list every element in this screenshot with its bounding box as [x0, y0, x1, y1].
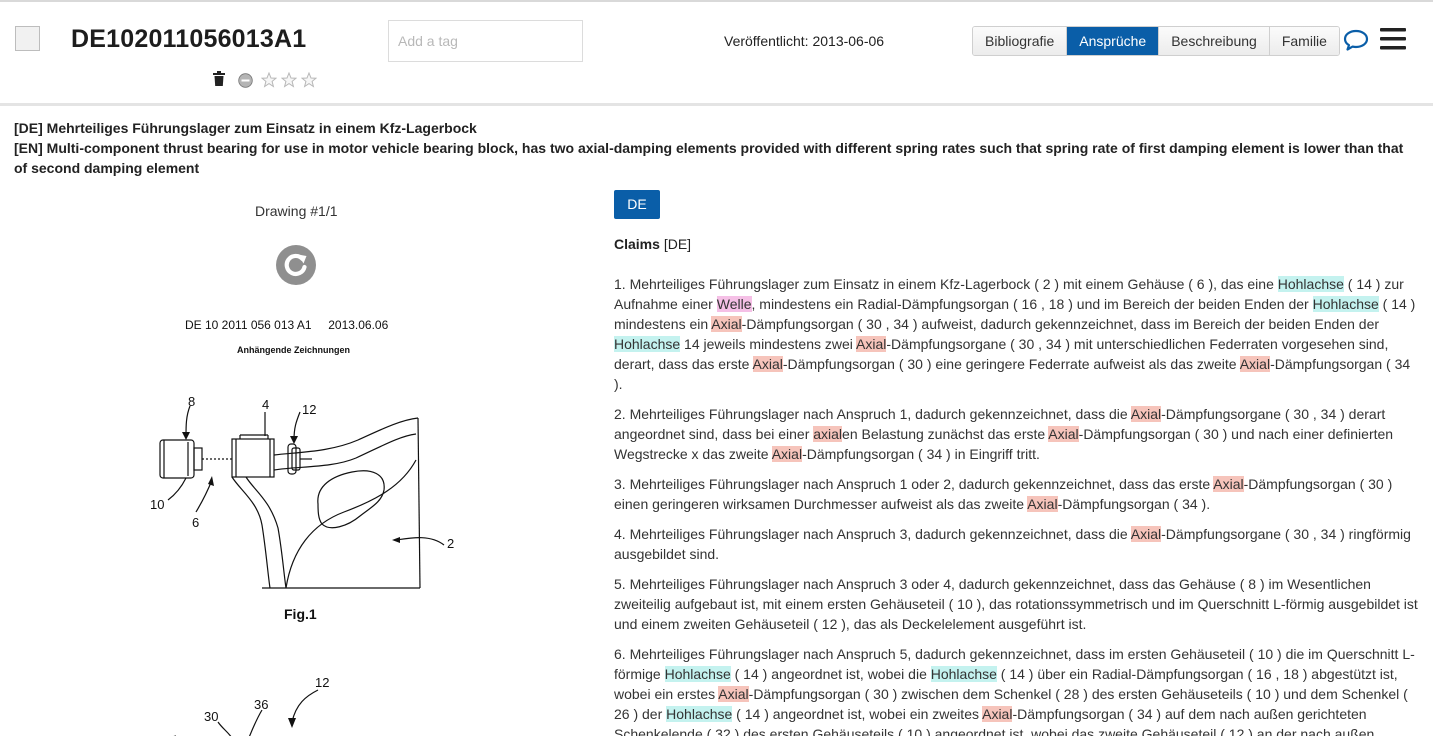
ref-label: 2	[447, 536, 454, 551]
tab-bibliografie[interactable]: Bibliografie	[973, 27, 1068, 55]
drawing-panel: Drawing #1/1 DE 10 2011 056 013 A1 2013.…	[0, 190, 590, 736]
figure-2-arrowhead	[288, 718, 296, 728]
figure-1-arrowheads	[182, 432, 400, 543]
claim-text: -Dämpfungsorgan ( 30 ) eine geringere Fe…	[782, 356, 1240, 372]
document-titles: [DE] Mehrteiliges Führungslager zum Eins…	[14, 118, 1419, 178]
highlight-axial: Axial	[1239, 356, 1271, 372]
claim-text: en Belastung zunächst das erste	[842, 426, 1049, 442]
figure-1-linework	[159, 405, 445, 589]
chat-bubble-icon[interactable]	[1343, 29, 1369, 56]
ref-label: 12	[315, 675, 329, 690]
claim-text: 1. Mehrteiliges Führungslager zum Einsat…	[614, 276, 1278, 292]
drawing-subheader: Anhängende Zeichnungen	[237, 345, 350, 355]
claim-item: 4. Mehrteiliges Führungslager nach Anspr…	[614, 524, 1420, 564]
ref-label: 8	[188, 394, 195, 409]
claim-item: 3. Mehrteiliges Führungslager nach Anspr…	[614, 474, 1420, 514]
trash-icon[interactable]	[212, 71, 226, 92]
figure-label: Fig.1	[284, 606, 317, 622]
highlight-axial: axial	[813, 426, 843, 442]
highlight-hohlachse: Hohlachse	[664, 666, 731, 682]
highlight-hohlachse: Hohlachse	[666, 706, 733, 722]
hamburger-menu-icon[interactable]	[1380, 27, 1406, 56]
claim-text: 14 jeweils mindestens zwei	[680, 336, 857, 352]
highlight-axial: Axial	[1048, 426, 1079, 442]
ref-label: 6	[192, 515, 199, 530]
highlight-hohlachse: Hohlachse	[1277, 276, 1344, 292]
highlight-axial: Axial	[1130, 406, 1162, 422]
highlight-axial: Axial	[718, 686, 749, 702]
claim-item: 5. Mehrteiliges Führungslager nach Anspr…	[614, 574, 1420, 634]
highlight-axial: Axial	[856, 336, 887, 352]
claim-text: -Dämpfungsorgan ( 34 ) in Eingriff tritt…	[802, 446, 1040, 462]
tab-familie[interactable]: Familie	[1269, 27, 1339, 55]
highlight-axial: Axial	[982, 706, 1013, 722]
ref-label: 12	[302, 402, 316, 417]
document-id: DE102011056013A1	[71, 25, 307, 53]
highlight-hohlachse: Hohlachse	[930, 666, 997, 682]
highlight-axial: Axial	[711, 316, 742, 332]
tag-input[interactable]	[388, 20, 583, 62]
ref-label: 36	[254, 697, 268, 712]
published-date: Veröffentlicht: 2013-06-06	[724, 33, 885, 49]
highlight-hohlachse: Hohlachse	[614, 336, 681, 352]
highlight-axial: Axial	[1027, 496, 1058, 512]
ref-label: 10	[150, 497, 164, 512]
select-checkbox[interactable]	[15, 26, 40, 51]
view-tabs: Bibliografie Ansprüche Beschreibung Fami…	[972, 26, 1340, 56]
claims-heading-lang: [DE]	[663, 236, 692, 252]
title-en: [EN] Multi-component thrust bearing for …	[14, 140, 1404, 176]
claim-text: , mindestens ein Radial-Dämpfungsorgan (…	[751, 296, 1313, 312]
tab-ansprueche[interactable]: Ansprüche	[1067, 27, 1160, 55]
patent-drawing: DE 10 2011 056 013 A1 2013.06.06 Anhänge…	[150, 318, 454, 736]
highlight-hohlachse: Hohlachse	[1312, 296, 1379, 312]
claims-heading: Claims [DE]	[614, 236, 691, 252]
figure-1-reference-numbers: 8 4 12 10 6 2	[150, 394, 454, 551]
highlight-axial: Axial	[771, 446, 803, 462]
ref-label: 30	[204, 709, 218, 724]
document-header: DE102011056013A1 Veröffentlicht: 2013-06…	[0, 2, 1433, 104]
claims-panel: DE Claims [DE] 1. Mehrteiliges Führungsl…	[614, 190, 1420, 736]
highlight-welle: Welle	[716, 296, 752, 312]
claim-text: -Dämpfungsorgan ( 30 , 34 ) aufweist, da…	[741, 316, 1380, 332]
highlight-axial: Axial	[1130, 526, 1162, 542]
figure-2-linework	[173, 689, 319, 736]
claims-list: 1. Mehrteiliges Führungslager zum Einsat…	[614, 274, 1420, 736]
header-divider	[0, 103, 1433, 106]
claim-text: 5. Mehrteiliges Führungslager nach Anspr…	[614, 576, 1418, 632]
drawing-header: DE 10 2011 056 013 A1 2013.06.06	[185, 318, 389, 332]
claim-text: 4. Mehrteiliges Führungslager nach Anspr…	[614, 526, 1131, 542]
claim-text: ( 14 ) angeordnet ist, wobei ein zweites	[732, 706, 983, 722]
minus-circle-icon[interactable]	[238, 73, 253, 93]
star-icon[interactable]	[260, 71, 278, 93]
highlight-axial: Axial	[1213, 476, 1244, 492]
language-button-de[interactable]: DE	[614, 190, 660, 219]
tab-beschreibung[interactable]: Beschreibung	[1159, 27, 1270, 55]
claims-heading-label: Claims	[614, 236, 660, 252]
star-icon[interactable]	[300, 71, 318, 93]
claim-text: 2. Mehrteiliges Führungslager nach Anspr…	[614, 406, 1131, 422]
claim-text: 3. Mehrteiliges Führungslager nach Anspr…	[614, 476, 1214, 492]
claim-item: 2. Mehrteiliges Führungslager nach Anspr…	[614, 404, 1420, 464]
claim-item: 6. Mehrteiliges Führungslager nach Anspr…	[614, 644, 1420, 736]
title-de: [DE] Mehrteiliges Führungslager zum Eins…	[14, 120, 477, 136]
claim-item: 1. Mehrteiliges Führungslager zum Einsat…	[614, 274, 1420, 394]
highlight-axial: Axial	[752, 356, 783, 372]
figure-2-reference-numbers: 12 36 30	[204, 675, 329, 724]
claim-text: -Dämpfungsorgan ( 34 ).	[1057, 496, 1211, 512]
star-icon[interactable]	[280, 71, 298, 93]
ref-label: 4	[262, 397, 269, 412]
claim-text: ( 14 ) angeordnet ist, wobei die	[730, 666, 931, 682]
